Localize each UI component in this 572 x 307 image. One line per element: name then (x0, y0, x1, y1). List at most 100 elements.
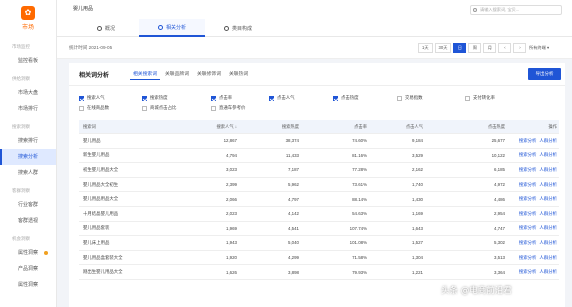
market-logo-icon: ✿ (21, 6, 35, 20)
metric-checkbox[interactable]: 在线商品数 (79, 105, 109, 111)
search-analysis-link[interactable]: 搜索分析 (519, 182, 537, 187)
metric-cell: 4,797 (288, 196, 299, 202)
metric-checkbox[interactable]: 搜索人气 (79, 95, 105, 101)
metric-cell: 79.93% (352, 269, 367, 275)
metric-cell: 101.08% (349, 240, 367, 246)
search-analysis-link[interactable]: 搜索分析 (519, 225, 537, 230)
crowd-analysis-link[interactable]: 人群分析 (539, 269, 557, 274)
search-analysis-link[interactable]: 搜索分析 (519, 167, 537, 172)
sidebar-item[interactable]: 市场排行 (0, 101, 56, 117)
crowd-analysis-link[interactable]: 人群分析 (539, 196, 557, 201)
column-header[interactable]: 搜索人气 ↓ (179, 124, 237, 130)
subtab-brand-words[interactable]: 关联品牌词 (162, 70, 192, 80)
period-button[interactable]: 周 (468, 43, 482, 53)
metric-cell: 1,943 (226, 240, 237, 246)
metric-checkbox[interactable]: 支付转化率 (465, 95, 495, 101)
checkbox-checked-icon (269, 95, 274, 101)
period-button[interactable]: ‹ (498, 43, 512, 53)
search-analysis-link[interactable]: 搜索分析 (519, 138, 537, 143)
metric-checkbox[interactable]: 直通车参考价 (211, 105, 245, 111)
sidebar-item[interactable]: 属性洞察 (0, 277, 56, 293)
search-analysis-link[interactable]: 搜索分析 (519, 211, 537, 216)
crowd-analysis-link[interactable]: 人群分析 (539, 167, 557, 172)
sidebar-item[interactable]: 监控看板 (0, 53, 56, 69)
search-analysis-link[interactable]: 搜索分析 (519, 196, 537, 201)
metric-checkbox-label: 直通车参考价 (219, 105, 246, 110)
metric-checkbox-label: 点击率 (219, 95, 233, 100)
metric-cell: 5,302 (494, 240, 505, 246)
tab-overview[interactable]: 概况 (73, 19, 139, 37)
terminal-select[interactable]: 所有终端 ▾ (529, 45, 549, 51)
metric-cell: 2,162 (412, 167, 423, 173)
subtab-related-search[interactable]: 相关搜索词 (130, 70, 160, 80)
tab-category[interactable]: 类目构成 (205, 19, 271, 37)
sidebar-item[interactable]: 市场大盘 (0, 85, 56, 101)
operations-cell: 搜索分析 人群分析 (505, 240, 559, 246)
crowd-analysis-link[interactable]: 人群分析 (539, 182, 557, 187)
sidebar-item[interactable]: 产品洞察 (0, 261, 56, 277)
analysis-icon (157, 24, 163, 30)
metric-cell: 6,185 (494, 167, 505, 173)
metric-checkbox[interactable]: 点击率 (211, 95, 232, 101)
sidebar-group-label: 市场监控 (12, 44, 30, 49)
column-header: 搜索词 (83, 123, 96, 129)
period-button[interactable]: 1天 (418, 43, 433, 53)
table-row: 十月结晶婴儿用品 2,023 4,142 54.63% 1,169 2,954 搜索分析 人群… (79, 207, 559, 222)
table-row: 婴儿用品盒套装大全 1,920 4,299 71.58% 1,304 3,513 搜索分析人… (79, 251, 559, 266)
metric-checkbox[interactable]: 点击人气 (269, 95, 295, 101)
metric-checkbox[interactable]: 搜索热度 (142, 95, 168, 101)
search-analysis-link[interactable]: 搜索分析 (519, 152, 537, 157)
metric-cell: 1,626 (226, 269, 237, 275)
search-icon (473, 8, 477, 12)
search-analysis-link[interactable]: 搜索分析 (519, 269, 537, 274)
period-button[interactable]: 月 (483, 43, 497, 53)
sidebar-logo[interactable]: ✿ 市场 (0, 0, 56, 37)
export-button[interactable]: 导出分析 (528, 68, 561, 80)
metric-cell: 1,221 (412, 269, 423, 275)
metric-cell: 3,529 (412, 152, 423, 158)
sidebar-item[interactable]: 搜索分析 (0, 149, 56, 165)
metric-cell: 38,374 (285, 138, 299, 144)
crowd-analysis-link[interactable]: 人群分析 (539, 255, 557, 260)
panel-subtabs: 相关搜索词 关联品牌词 关联修饰词 关联热词 (130, 70, 251, 80)
crowd-analysis-link[interactable]: 人群分析 (539, 225, 557, 230)
column-header[interactable]: 点击率 (299, 124, 367, 130)
crowd-analysis-link[interactable]: 人群分析 (539, 211, 557, 216)
sidebar-item[interactable]: 搜索排行 (0, 133, 56, 149)
search-input[interactable]: 请输入搜索词, 宝贝... (470, 5, 562, 15)
subtab-modifier-words[interactable]: 关联修饰词 (194, 70, 224, 80)
metric-cell: 71.58% (352, 255, 367, 261)
metric-checkbox-label: 商城点击占比 (150, 105, 177, 110)
breadcrumb[interactable]: 婴儿用品 (73, 5, 93, 12)
search-analysis-link[interactable]: 搜索分析 (519, 255, 537, 260)
operations-cell: 搜索分析 人群分析 (505, 196, 559, 202)
metric-checkbox[interactable]: 点击热度 (333, 95, 359, 101)
table-row: 婴儿用品套装 1,969 4,541 107.74% 1,643 4,747 搜索分析 人群分… (79, 222, 559, 237)
tab-related-analysis[interactable]: 相关分析 (139, 19, 205, 37)
period-button[interactable]: 日 (453, 43, 467, 53)
sidebar-item[interactable]: 属性洞察 (0, 245, 56, 261)
metric-cell: 1,169 (412, 211, 423, 217)
subtab-hot-words[interactable]: 关联热词 (226, 70, 251, 80)
metric-cell: 9,184 (412, 138, 423, 144)
crowd-analysis-link[interactable]: 人群分析 (539, 240, 557, 245)
metric-checkbox[interactable]: 交易指数 (397, 95, 423, 101)
metric-cell: 4,747 (494, 225, 505, 231)
column-header[interactable]: 点击人气 (367, 124, 423, 130)
keyword-cell: 十月结晶婴儿用品 (83, 210, 119, 216)
column-header[interactable]: 搜索热度 (237, 124, 299, 130)
operations-cell: 搜索分析 人群分析 (505, 211, 559, 217)
sidebar-item[interactable]: 客群透视 (0, 213, 56, 229)
column-header[interactable]: 点击热度 (423, 124, 505, 130)
period-button[interactable]: 30天 (434, 43, 452, 53)
search-analysis-link[interactable]: 搜索分析 (519, 240, 537, 245)
period-button[interactable]: › (513, 43, 527, 53)
sidebar-item[interactable]: 行业客群 (0, 197, 56, 213)
metric-cell: 12,867 (223, 138, 237, 144)
metric-cell: 3,898 (288, 269, 299, 275)
metric-cell: 3,364 (494, 269, 505, 275)
metric-checkbox[interactable]: 商城点击占比 (142, 105, 176, 111)
sidebar-item[interactable]: 搜索人群 (0, 165, 56, 181)
crowd-analysis-link[interactable]: 人群分析 (539, 138, 557, 143)
crowd-analysis-link[interactable]: 人群分析 (539, 152, 557, 157)
